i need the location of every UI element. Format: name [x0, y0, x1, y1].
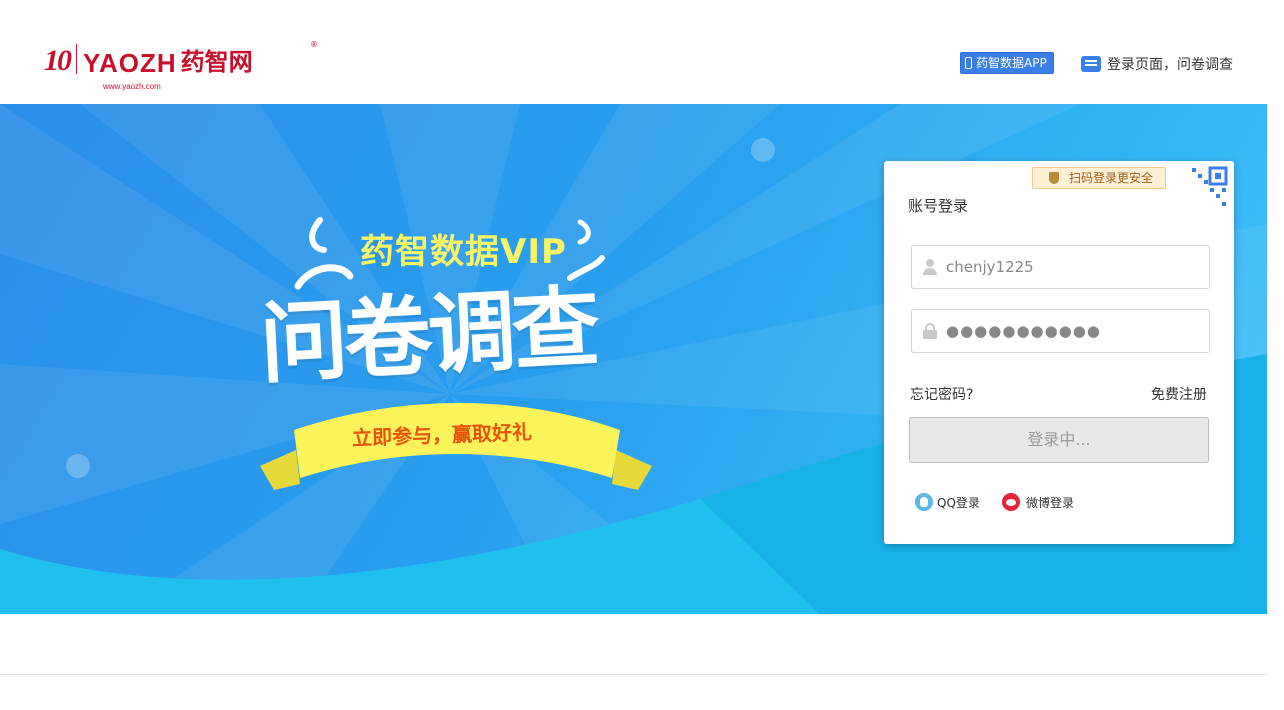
- username-field[interactable]: chenjy1225: [911, 245, 1210, 289]
- weibo-login-link[interactable]: 微博登录: [1002, 493, 1074, 511]
- logo-divider: [76, 44, 77, 74]
- qr-login-tip[interactable]: 扫码登录更安全: [1032, 167, 1167, 189]
- header: 10 YAOZH www.yaozh.com 药智网 ® 药智数据APP 登录页…: [0, 0, 1267, 104]
- login-card: 扫码登录更安全 账号登录 chenjy1225 ●●●●●●●●●●● 忘记密码…: [884, 161, 1234, 544]
- password-mask: ●●●●●●●●●●●: [946, 322, 1101, 340]
- register-link[interactable]: 免费注册: [1151, 384, 1207, 404]
- qq-icon: [915, 493, 933, 511]
- promo-main-title: 问卷调查: [257, 275, 599, 396]
- phone-icon: [965, 57, 972, 69]
- app-download-button[interactable]: 药智数据APP: [960, 52, 1054, 74]
- qq-login-link[interactable]: QQ登录: [915, 493, 980, 511]
- logo-number: 10: [44, 44, 72, 77]
- qr-login-tip-label: 扫码登录更安全: [1069, 171, 1154, 185]
- qr-code-icon[interactable]: [1184, 164, 1230, 212]
- user-icon: [922, 259, 938, 275]
- survey-promo[interactable]: 药智数据VIP 问卷调查 立即参与，赢取好礼: [257, 214, 660, 494]
- weibo-icon: [1002, 493, 1020, 511]
- qq-login-label: QQ登录: [937, 495, 980, 510]
- promo-vip-title: 药智数据VIP: [360, 232, 567, 272]
- password-field[interactable]: ●●●●●●●●●●●: [911, 309, 1210, 353]
- weibo-login-label: 微博登录: [1026, 495, 1075, 510]
- username-value: chenjy1225: [946, 258, 1034, 276]
- survey-link-label: 登录页面，问卷调查: [1107, 57, 1233, 73]
- logo-registered: ®: [310, 40, 318, 49]
- logo-cn: 药智网: [180, 48, 253, 76]
- login-button[interactable]: 登录中...: [909, 417, 1209, 463]
- shield-icon: [1049, 172, 1059, 184]
- footer-divider: [0, 674, 1267, 675]
- app-button-label: 药智数据APP: [976, 56, 1047, 70]
- forgot-password-link[interactable]: 忘记密码?: [910, 384, 973, 404]
- survey-link[interactable]: 登录页面，问卷调查: [1081, 54, 1233, 74]
- login-title: 账号登录: [908, 197, 969, 215]
- chat-icon: [1081, 56, 1101, 72]
- logo-latin: YAOZH www.yaozh.com: [83, 50, 177, 91]
- logo-url: www.yaozh.com: [103, 82, 161, 91]
- lock-icon: [922, 323, 938, 339]
- site-logo[interactable]: 10 YAOZH www.yaozh.com 药智网 ®: [44, 40, 318, 91]
